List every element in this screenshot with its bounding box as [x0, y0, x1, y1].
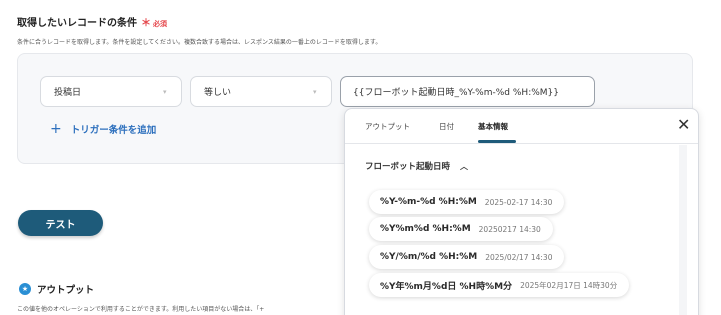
- format-label: %Y%m%d %H:%M: [380, 224, 471, 234]
- group-title: フローボット起動日時: [365, 162, 451, 172]
- output-title-text: アウトプット: [37, 285, 95, 296]
- format-option[interactable]: %Y/%m/%d %H:%M 2025/02/17 14:30: [369, 245, 565, 269]
- format-sample: 2025/02/17 14:30: [485, 252, 553, 262]
- format-sample: 20250217 14:30: [478, 224, 541, 234]
- condition-description: 条件に合うレコードを取得します。条件を設定してください。複数合致する場合は、レス…: [17, 39, 382, 46]
- operator-select-value: 等しい: [204, 88, 232, 98]
- format-label: %Y年%m月%d日 %H時%M分: [380, 281, 513, 292]
- tab-output[interactable]: アウトプット: [365, 121, 410, 132]
- close-icon[interactable]: ✕: [677, 115, 690, 135]
- format-label: %Y-%m-%d %H:%M: [380, 197, 477, 207]
- required-label: 必須: [153, 20, 167, 28]
- format-sample: 2025年02月17日 14時30分: [520, 280, 618, 290]
- value-input[interactable]: {{フローボット起動日時_%Y-%m-%d %H:%M}}: [340, 76, 595, 107]
- test-button[interactable]: テスト: [18, 210, 103, 236]
- format-option[interactable]: %Y%m%d %H:%M 20250217 14:30: [369, 217, 553, 241]
- variable-picker-popup: アウトプット 日付 基本情報 ✕ フローボット起動日時 ︿ %Y-%m-%d %…: [344, 108, 699, 315]
- field-select-value: 投稿日: [54, 88, 82, 98]
- field-select[interactable]: 投稿日 ▾: [40, 76, 182, 107]
- tab-date[interactable]: 日付: [439, 121, 454, 132]
- format-label: %Y/%m/%d %H:%M: [380, 252, 478, 262]
- format-option[interactable]: %Y-%m-%d %H:%M 2025-02-17 14:30: [369, 190, 565, 214]
- condition-title: 取得したいレコードの条件 ＊必須: [17, 14, 167, 29]
- chevron-down-icon: ▾: [163, 88, 167, 96]
- format-sample: 2025-02-17 14:30: [484, 197, 553, 207]
- output-description: この値を他のオペレーションで利用することができます。利用したい項目がない場合は、…: [17, 306, 265, 313]
- star-badge-icon: ★: [19, 283, 31, 295]
- chevron-down-icon: ▾: [313, 88, 317, 96]
- active-tab-indicator: [478, 140, 516, 143]
- popup-tabs: アウトプット 日付 基本情報 ✕: [345, 109, 698, 144]
- plus-icon: +: [50, 121, 62, 137]
- chevron-up-icon: ︿: [460, 161, 469, 171]
- add-trigger-label: トリガー条件を追加: [70, 125, 157, 136]
- format-option[interactable]: %Y年%m月%d日 %H時%M分 2025年02月17日 14時30分: [369, 273, 630, 297]
- add-trigger-condition-button[interactable]: + トリガー条件を追加: [50, 122, 156, 136]
- output-title: ★ アウトプット: [19, 282, 94, 296]
- group-header[interactable]: フローボット起動日時 ︿: [365, 160, 469, 173]
- required-mark: ＊: [141, 18, 151, 29]
- tab-basic-info[interactable]: 基本情報: [478, 121, 508, 132]
- scrollbar[interactable]: [679, 145, 687, 315]
- condition-title-text: 取得したいレコードの条件: [17, 18, 137, 29]
- operator-select[interactable]: 等しい ▾: [190, 76, 332, 107]
